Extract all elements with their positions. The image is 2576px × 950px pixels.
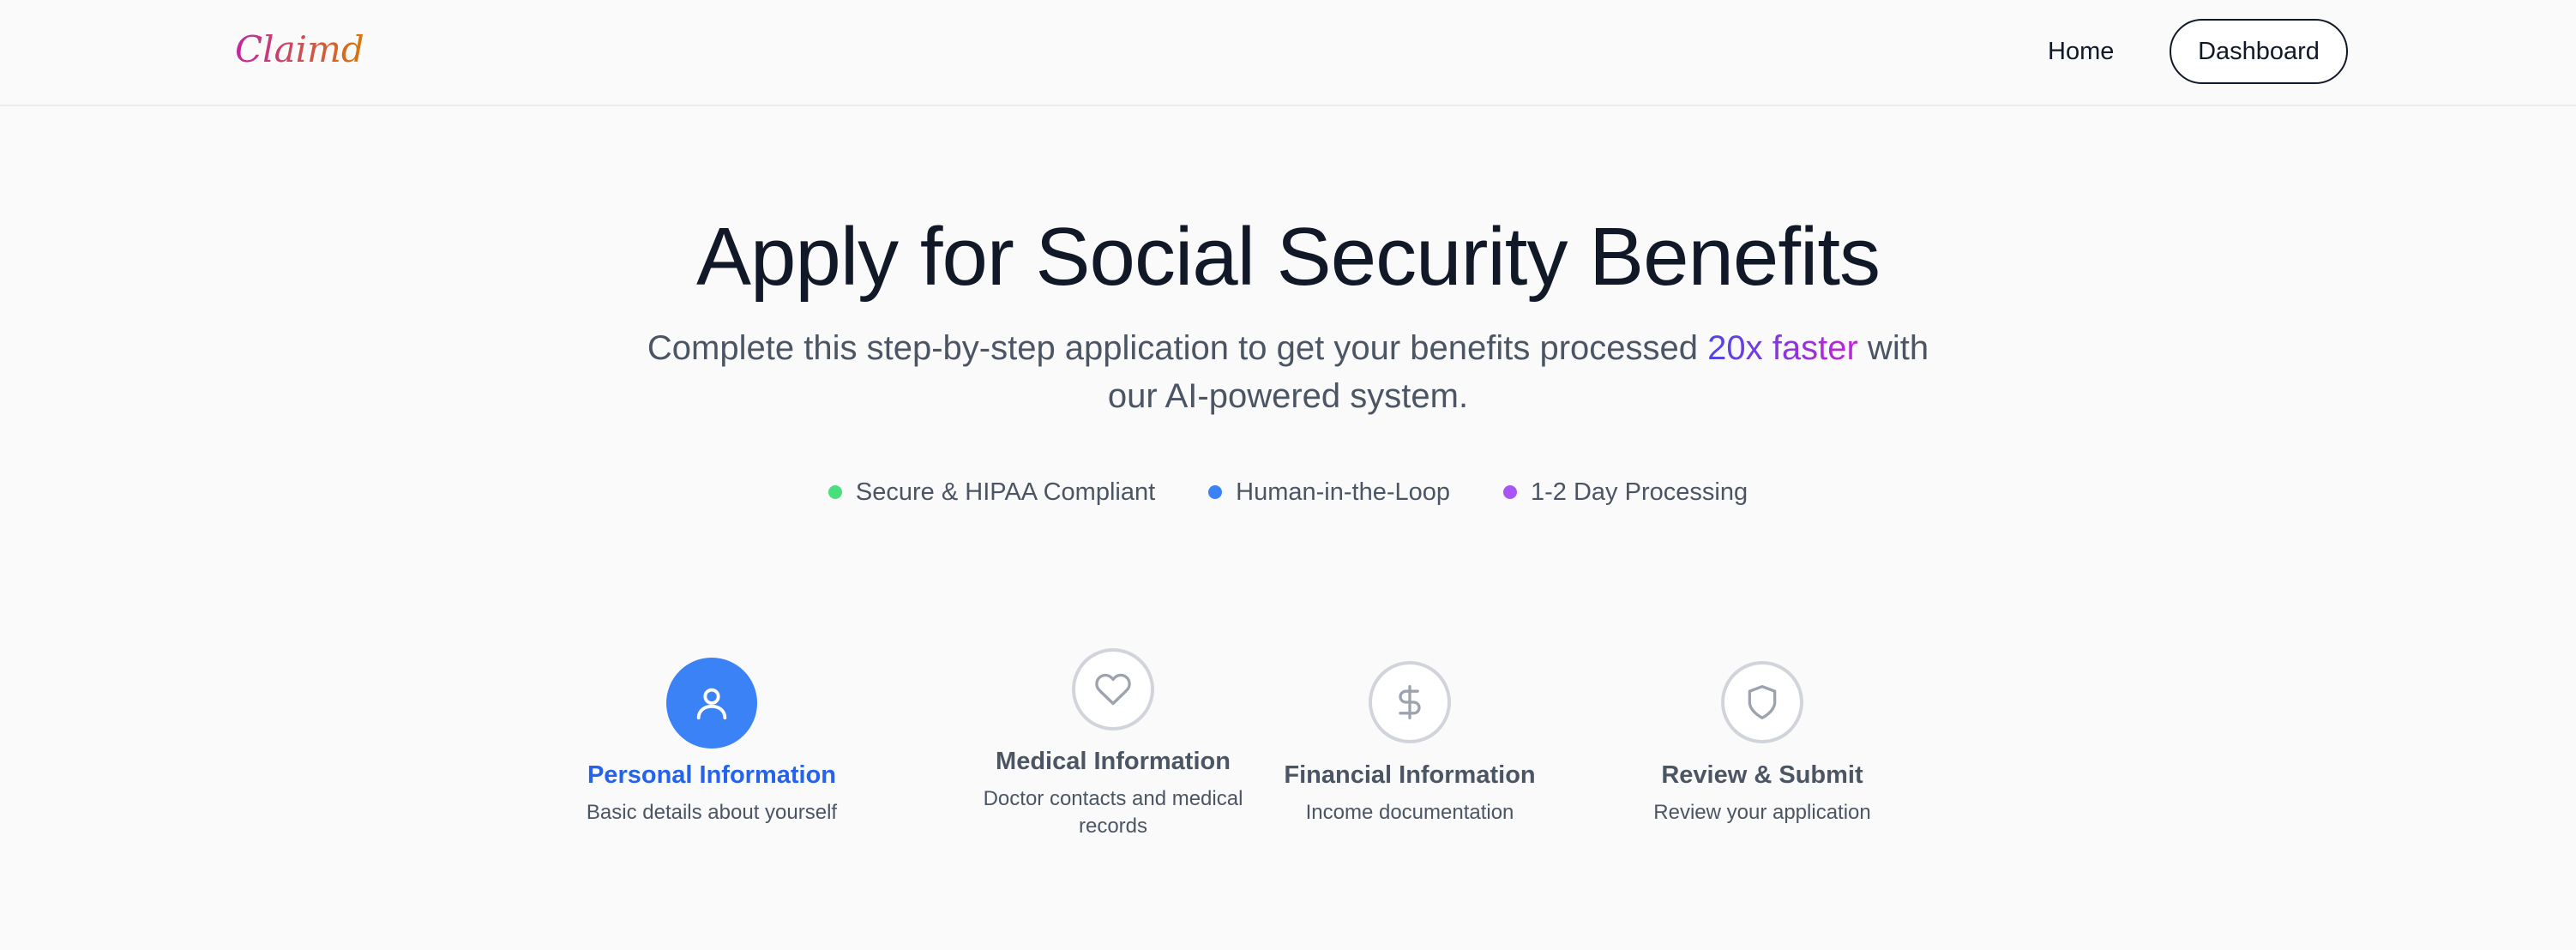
feature-human-in-loop: Human-in-the-Loop	[1208, 473, 1450, 511]
step-description: Income documentation	[1305, 801, 1514, 824]
feature-highlights: Secure & HIPAA Compliant Human-in-the-Lo…	[0, 473, 2576, 511]
top-navigation-bar: Claimd Home Dashboard	[0, 0, 2576, 106]
dashboard-button[interactable]: Dashboard	[2170, 19, 2348, 84]
feature-label: Secure & HIPAA Compliant	[855, 478, 1156, 506]
nav-home-link[interactable]: Home	[2048, 33, 2114, 70]
user-icon	[696, 688, 727, 720]
step-4-indicator[interactable]	[1721, 661, 1803, 743]
step-description: Basic details about yourself	[586, 801, 838, 824]
step-title: Medical Information	[996, 748, 1231, 775]
step-2-indicator[interactable]	[1072, 648, 1154, 731]
step-title: Review & Submit	[1661, 761, 1863, 789]
page-subtitle: Complete this step-by-step application t…	[645, 324, 1931, 420]
blue-status-dot-icon	[1208, 485, 1223, 499]
step-title: Personal Information	[587, 761, 837, 789]
subtitle-accent-text: 20x faster	[1707, 329, 1858, 367]
step-1-indicator[interactable]	[666, 658, 757, 749]
feature-secure: Secure & HIPAA Compliant	[828, 473, 1155, 511]
feature-label: Human-in-the-Loop	[1236, 478, 1451, 506]
feature-processing-time: 1-2 Day Processing	[1503, 473, 1748, 511]
heart-icon	[1095, 673, 1131, 706]
step-3-indicator[interactable]	[1369, 661, 1451, 743]
green-status-dot-icon	[828, 485, 842, 499]
step-description: Doctor contacts and medical records	[983, 787, 1243, 838]
purple-status-dot-icon	[1503, 485, 1518, 499]
brand-logo[interactable]: Claimd	[235, 24, 364, 75]
page-title: Apply for Social Security Benefits	[696, 211, 1881, 303]
shield-icon	[1748, 685, 1777, 719]
step-title: Financial Information	[1284, 761, 1536, 789]
dollar-icon	[1399, 685, 1421, 719]
step-description: Review your application	[1653, 801, 1871, 824]
feature-label: 1-2 Day Processing	[1531, 478, 1748, 506]
subtitle-text-start: Complete this step-by-step application t…	[647, 329, 1708, 367]
